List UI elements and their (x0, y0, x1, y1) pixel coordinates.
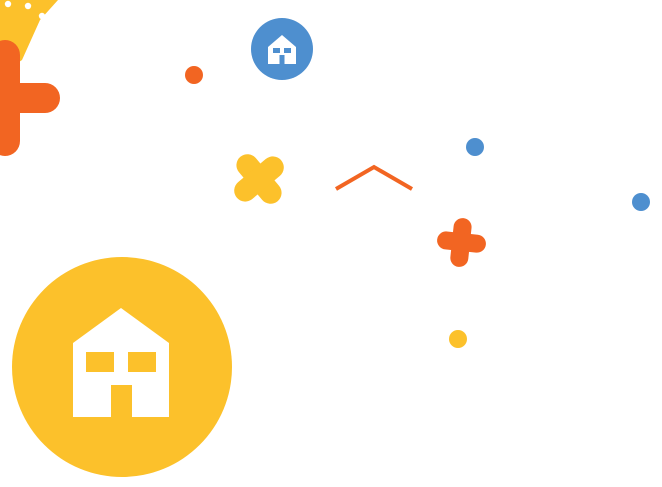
orange-chevron-shape (334, 164, 414, 191)
yellow-dot (449, 330, 467, 348)
yellow-cross-shape (234, 154, 284, 204)
orange-cross-shape (0, 40, 60, 156)
illustration-svg (0, 0, 650, 477)
illustration-canvas (0, 0, 662, 487)
blue-dot (632, 193, 650, 211)
house-icon (12, 257, 232, 477)
orange-dot (185, 66, 203, 84)
orange-cross-shape (437, 218, 486, 267)
house-icon (251, 18, 313, 80)
blue-dot (466, 138, 484, 156)
